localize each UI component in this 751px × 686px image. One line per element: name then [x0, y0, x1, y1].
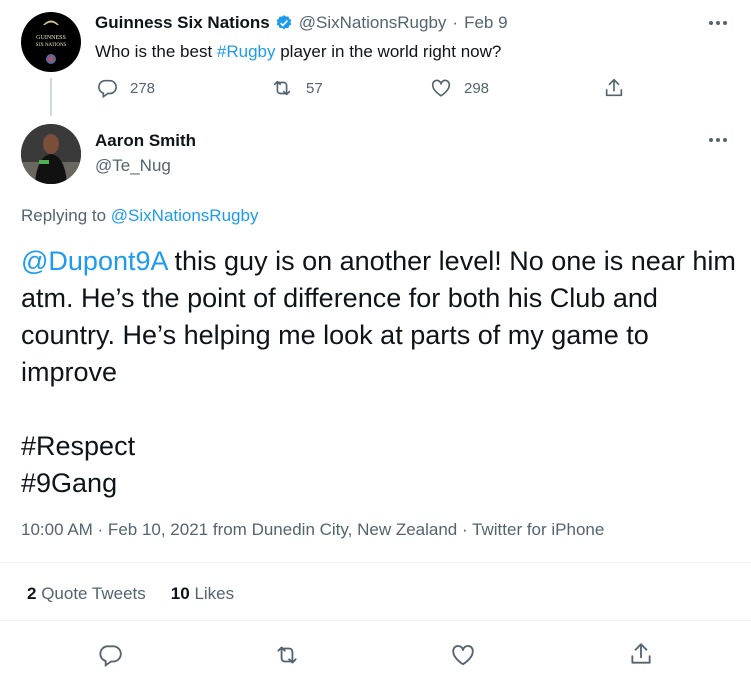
like-count: 298 [464, 79, 490, 97]
reply-button[interactable]: 278 [96, 77, 155, 99]
verified-badge-icon [275, 14, 293, 32]
thread-line [50, 78, 52, 116]
share-icon [603, 77, 625, 99]
share-button[interactable] [603, 77, 625, 99]
original-tweet-header: Guinness Six Nations @SixNationsRugby · … [95, 13, 508, 33]
divider [0, 562, 751, 563]
reply-icon [97, 642, 123, 668]
reply-button[interactable] [97, 642, 123, 668]
retweet-icon [273, 642, 301, 668]
likes-count: 10 [170, 584, 190, 603]
retweet-button[interactable] [273, 642, 301, 668]
likes-link[interactable]: 10 Likes [171, 584, 234, 604]
reply-count: 278 [130, 79, 156, 97]
mention-link[interactable]: @Dupont9A [21, 246, 167, 276]
like-icon [450, 642, 476, 668]
retweet-count: 57 [306, 79, 323, 97]
reply-author-handle[interactable]: @Te_Nug [95, 156, 171, 176]
like-button[interactable]: 298 [430, 77, 489, 99]
share-button[interactable] [628, 641, 654, 667]
share-icon [628, 641, 654, 667]
replying-to-handle-link[interactable]: @SixNationsRugby [111, 206, 259, 225]
original-tweet-text: Who is the best #Rugby player in the wor… [95, 42, 502, 61]
aaron-smith-avatar[interactable] [21, 124, 81, 184]
more-icon[interactable] [709, 138, 727, 142]
original-date[interactable]: Feb 9 [464, 13, 507, 33]
logo-line-1: GUINNESS [36, 35, 66, 41]
like-icon [430, 77, 452, 99]
respect-hashtag-link[interactable]: #Respect [21, 428, 135, 465]
guinness-avatar[interactable]: GUINNESS SIX NATIONS [21, 12, 81, 72]
more-icon[interactable] [709, 21, 727, 25]
original-author-handle[interactable]: @SixNationsRugby [299, 13, 447, 33]
original-author-name[interactable]: Guinness Six Nations [95, 13, 270, 33]
replying-to-line: Replying to @SixNationsRugby [21, 206, 259, 225]
9gang-hashtag-link[interactable]: #9Gang [21, 465, 117, 502]
tweet-stats: 2 Quote Tweets 10 Likes [27, 584, 234, 604]
retweet-button[interactable]: 57 [270, 77, 323, 99]
logo-line-2: SIX NATIONS [35, 43, 67, 48]
quote-tweets-link[interactable]: 2 Quote Tweets [27, 584, 146, 604]
reply-icon [96, 77, 118, 99]
rugby-hashtag-link[interactable]: #Rugby [217, 42, 276, 61]
tweet-meta[interactable]: 10:00 AM · Feb 10, 2021 from Dunedin Cit… [21, 520, 604, 540]
quote-tweets-count: 2 [27, 584, 37, 603]
reply-body-text: @Dupont9A this guy is on another level! … [21, 246, 736, 387]
header-separator: · [452, 13, 459, 32]
retweet-icon [270, 77, 294, 99]
divider [0, 620, 751, 621]
like-button[interactable] [450, 642, 476, 668]
reply-author-name[interactable]: Aaron Smith [95, 131, 196, 151]
